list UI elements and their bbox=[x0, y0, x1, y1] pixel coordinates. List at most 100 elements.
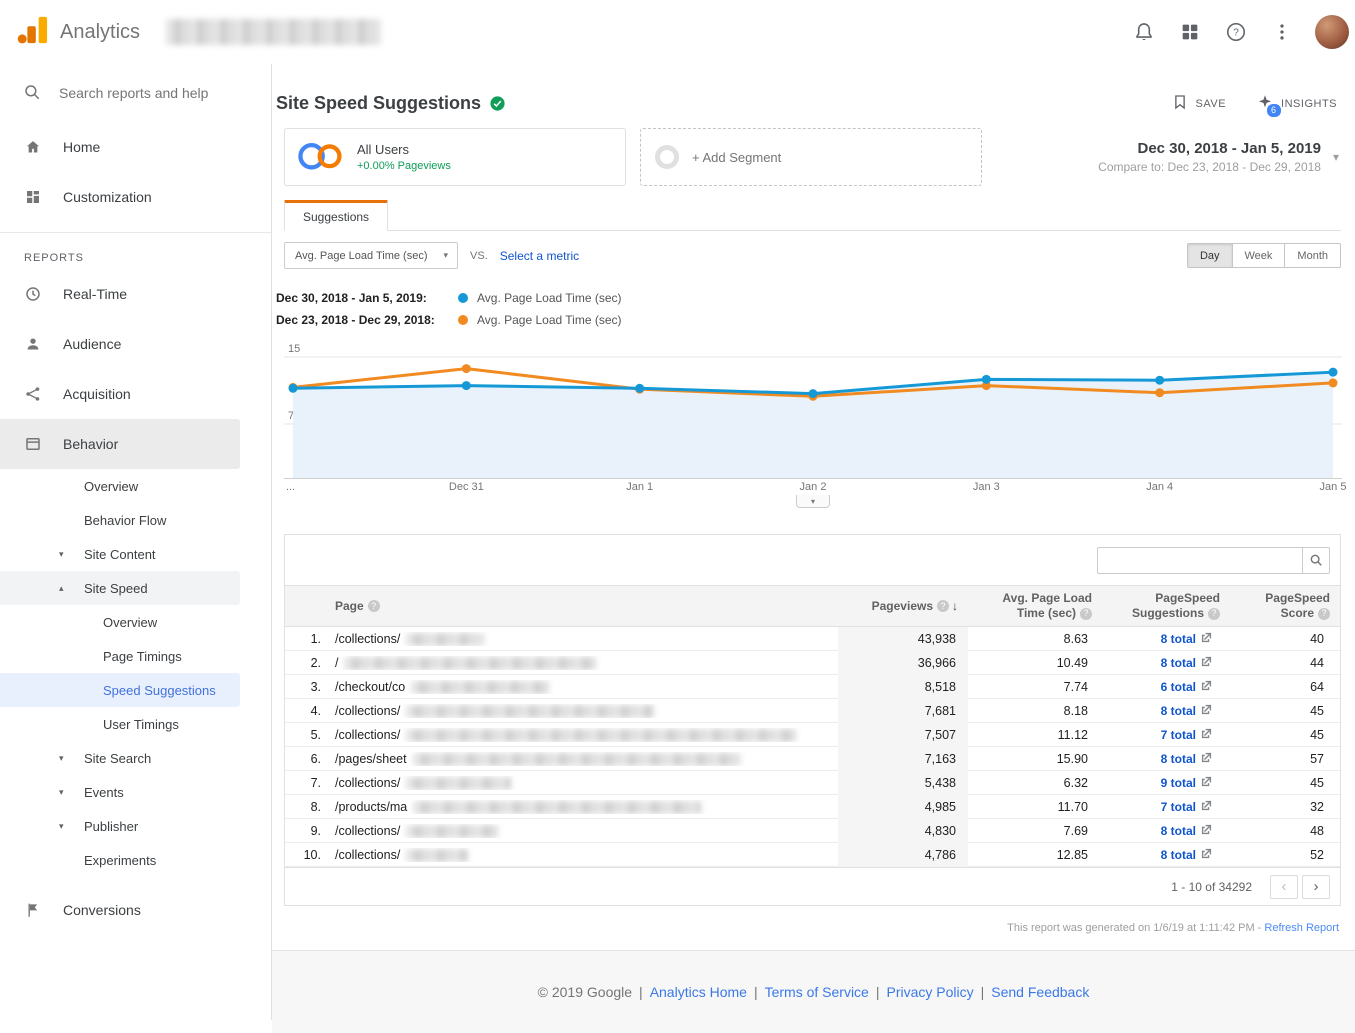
sidebar: Search reports and help Home Customizatio… bbox=[0, 64, 272, 1020]
page-path-redacted bbox=[411, 681, 549, 694]
sidebar-item-label: Customization bbox=[63, 189, 152, 205]
footer-separator: | bbox=[981, 984, 985, 1000]
x-tick-label: ... bbox=[286, 481, 295, 493]
table-header-suggestions[interactable]: PageSpeed Suggestions bbox=[1102, 586, 1230, 626]
table-search-button[interactable] bbox=[1303, 547, 1330, 574]
segment-all-users[interactable]: All Users +0.00% Pageviews bbox=[284, 128, 626, 186]
granularity-day-button[interactable]: Day bbox=[1187, 243, 1233, 268]
table-header-pageviews[interactable]: Pageviews bbox=[838, 594, 968, 619]
sidebar-item-site-speed[interactable]: ▴Site Speed bbox=[0, 571, 240, 605]
granularity-month-button[interactable]: Month bbox=[1285, 243, 1341, 268]
pagespeed-suggestions-link[interactable]: 8 total bbox=[1161, 824, 1196, 838]
page-path: /collections/ bbox=[335, 776, 400, 790]
row-page: /collections/ bbox=[327, 704, 838, 718]
acquisition-icon bbox=[24, 385, 42, 403]
chevron-down-icon: ▾ bbox=[59, 821, 64, 832]
row-pageviews: 7,681 bbox=[838, 699, 968, 723]
help-icon[interactable] bbox=[368, 600, 380, 612]
row-avg-load-time: 11.12 bbox=[968, 728, 1102, 742]
footer-link-send-feedback[interactable]: Send Feedback bbox=[991, 984, 1089, 1000]
sidebar-item-behavior-flow[interactable]: Behavior Flow bbox=[0, 503, 271, 537]
sidebar-item-audience[interactable]: Audience bbox=[0, 319, 271, 369]
pagespeed-suggestions-link[interactable]: 8 total bbox=[1161, 704, 1196, 718]
sidebar-item-acquisition[interactable]: Acquisition bbox=[0, 369, 271, 419]
tab-suggestions[interactable]: Suggestions bbox=[284, 200, 388, 231]
pagespeed-suggestions-link[interactable]: 8 total bbox=[1161, 752, 1196, 766]
insights-button[interactable]: 6 INSIGHTS bbox=[1256, 93, 1337, 114]
footer-link-privacy-policy[interactable]: Privacy Policy bbox=[886, 984, 973, 1000]
legend-row: Dec 30, 2018 - Jan 5, 2019: Avg. Page Loa… bbox=[276, 287, 1341, 309]
refresh-report-link[interactable]: Refresh Report bbox=[1264, 922, 1339, 934]
sidebar-item-label: Behavior bbox=[63, 436, 118, 452]
sidebar-item-speed-suggestions[interactable]: Speed Suggestions bbox=[0, 673, 240, 707]
pagespeed-suggestions-link[interactable]: 8 total bbox=[1161, 848, 1196, 862]
segments-row: All Users +0.00% Pageviews + Add Segment… bbox=[284, 128, 1341, 186]
help-icon[interactable] bbox=[1080, 608, 1092, 620]
row-rank: 4. bbox=[285, 704, 327, 718]
save-label: SAVE bbox=[1196, 98, 1227, 110]
help-icon[interactable] bbox=[1318, 608, 1330, 620]
table-header-score[interactable]: PageSpeed Score bbox=[1230, 586, 1340, 626]
granularity-week-button[interactable]: Week bbox=[1233, 243, 1286, 268]
pagespeed-suggestions-link[interactable]: 9 total bbox=[1161, 776, 1196, 790]
more-options-icon[interactable] bbox=[1261, 12, 1303, 52]
sidebar-item-events[interactable]: ▾Events bbox=[0, 775, 271, 809]
row-avg-load-time: 6.32 bbox=[968, 776, 1102, 790]
pagespeed-suggestions-link[interactable]: 8 total bbox=[1161, 656, 1196, 670]
chevron-down-icon: ▾ bbox=[59, 787, 64, 798]
table-header-avg-load[interactable]: Avg. Page Load Time (sec) bbox=[968, 586, 1102, 626]
sidebar-item-page-timings[interactable]: Page Timings bbox=[0, 639, 271, 673]
select-metric-link[interactable]: Select a metric bbox=[500, 249, 579, 263]
sidebar-item-behavior[interactable]: Behavior bbox=[0, 419, 240, 469]
save-button[interactable]: SAVE bbox=[1171, 93, 1227, 114]
sidebar-item-overview[interactable]: Overview bbox=[0, 605, 271, 639]
help-icon[interactable] bbox=[1208, 608, 1220, 620]
sidebar-item-home[interactable]: Home bbox=[0, 122, 271, 172]
help-icon[interactable] bbox=[937, 600, 949, 612]
x-tick-label: Jan 3 bbox=[973, 481, 1000, 493]
table-search-input[interactable] bbox=[1097, 547, 1303, 574]
pagination-next-button[interactable]: › bbox=[1302, 875, 1330, 899]
sidebar-item-user-timings[interactable]: User Timings bbox=[0, 707, 271, 741]
row-pagespeed-score: 48 bbox=[1230, 824, 1340, 838]
sidebar-item-customization[interactable]: Customization bbox=[0, 172, 271, 222]
sidebar-item-publisher[interactable]: ▾Publisher bbox=[0, 809, 271, 843]
table-header-page[interactable]: Page bbox=[327, 594, 838, 619]
external-link-icon bbox=[1201, 680, 1212, 694]
sidebar-item-site-search[interactable]: ▾Site Search bbox=[0, 741, 271, 775]
user-avatar[interactable] bbox=[1315, 15, 1349, 49]
home-icon bbox=[24, 138, 42, 156]
sidebar-item-overview[interactable]: Overview bbox=[0, 469, 271, 503]
row-page: / bbox=[327, 656, 838, 670]
footer-separator: | bbox=[876, 984, 880, 1000]
pagespeed-suggestions-link[interactable]: 7 total bbox=[1161, 728, 1196, 742]
account-name-redacted[interactable] bbox=[166, 19, 381, 45]
sidebar-search[interactable]: Search reports and help bbox=[0, 64, 271, 122]
apps-grid-icon[interactable] bbox=[1169, 12, 1211, 52]
pagination-prev-button[interactable]: ‹ bbox=[1270, 875, 1298, 899]
sidebar-item-experiments[interactable]: Experiments bbox=[0, 843, 271, 877]
footer-link-analytics-home[interactable]: Analytics Home bbox=[650, 984, 747, 1000]
metric-dropdown[interactable]: Avg. Page Load Time (sec) ▾ bbox=[284, 242, 458, 269]
real-time-icon bbox=[24, 285, 42, 303]
notifications-bell-icon[interactable] bbox=[1123, 12, 1165, 52]
chart-collapse-handle[interactable]: ▾ bbox=[796, 495, 830, 508]
add-segment-button[interactable]: + Add Segment bbox=[640, 128, 982, 186]
segment-detail: +0.00% Pageviews bbox=[357, 160, 451, 172]
pagespeed-suggestions-link[interactable]: 6 total bbox=[1161, 680, 1196, 694]
pagination-range: 1 - 10 of 34292 bbox=[1171, 880, 1252, 894]
sidebar-item-real-time[interactable]: Real-Time bbox=[0, 269, 271, 319]
add-segment-label: + Add Segment bbox=[692, 150, 781, 165]
pagespeed-suggestions-link[interactable]: 7 total bbox=[1161, 800, 1196, 814]
legend-period: Dec 30, 2018 - Jan 5, 2019: bbox=[276, 291, 456, 305]
top-bar: Analytics ? bbox=[0, 0, 1355, 64]
legend-metric-label: Avg. Page Load Time (sec) bbox=[477, 291, 622, 305]
analytics-logo[interactable]: Analytics bbox=[16, 15, 140, 50]
footer-separator: | bbox=[754, 984, 758, 1000]
sidebar-item-conversions[interactable]: Conversions bbox=[0, 885, 271, 935]
help-icon[interactable]: ? bbox=[1215, 12, 1257, 52]
sidebar-item-site-content[interactable]: ▾Site Content bbox=[0, 537, 271, 571]
date-range-selector[interactable]: Dec 30, 2018 - Jan 5, 2019 Compare to: D… bbox=[1098, 140, 1341, 174]
footer-link-terms-of-service[interactable]: Terms of Service bbox=[765, 984, 869, 1000]
pagespeed-suggestions-link[interactable]: 8 total bbox=[1161, 632, 1196, 646]
